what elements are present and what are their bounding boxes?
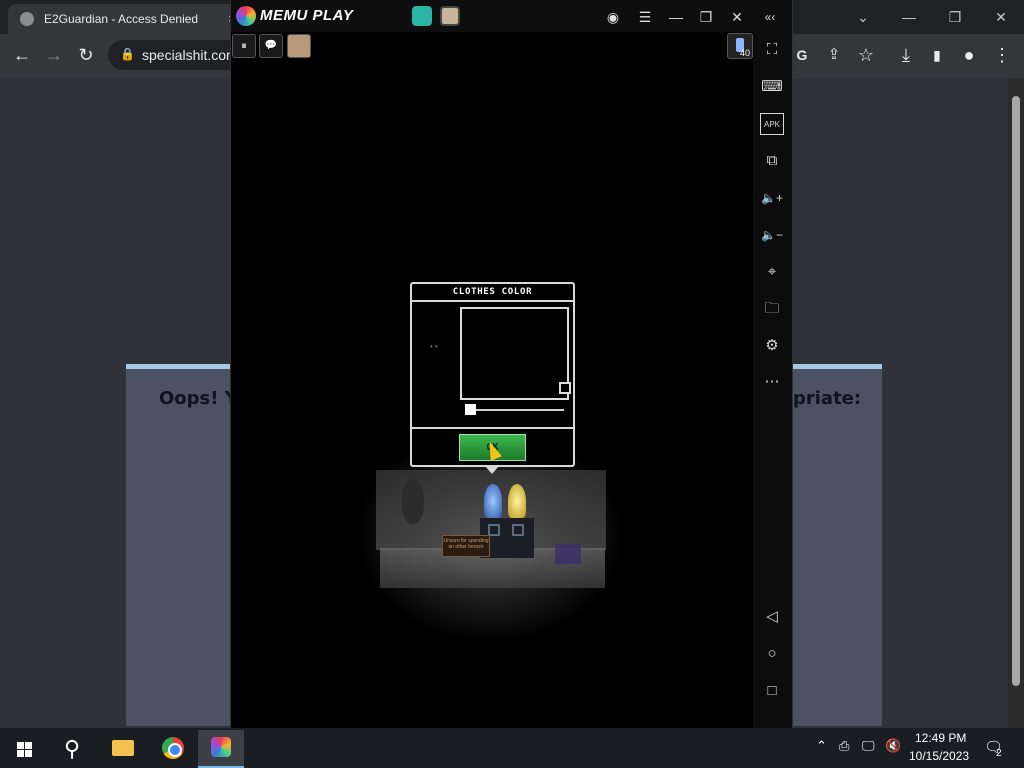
account-icon[interactable]: ◉ [603, 7, 623, 27]
color-picker-square[interactable] [460, 307, 569, 400]
android-back-icon[interactable]: ◁ [760, 606, 784, 628]
battery-indicator: 40 [727, 33, 753, 59]
browser-tab[interactable]: E2Guardian - Access Denied × [8, 4, 240, 34]
location-icon[interactable]: ⌖ [760, 261, 784, 283]
google-icon[interactable]: G [791, 44, 813, 66]
file-explorer-icon[interactable] [112, 740, 134, 756]
dialog-title: CLOTHES COLOR [412, 284, 573, 302]
folder-icon[interactable]: 🗀 [760, 298, 784, 320]
dialog-divider [412, 427, 573, 429]
tab-title: E2Guardian - Access Denied [44, 12, 199, 26]
window-minimize-button[interactable]: — [886, 6, 932, 28]
keyboard-icon[interactable]: ⌨ [760, 76, 784, 98]
player-avatar-button[interactable] [287, 34, 311, 58]
memu-restore-button[interactable]: ❐ [696, 7, 716, 27]
search-icon[interactable]: ⚲ [50, 733, 94, 765]
window-restore-button[interactable]: ❐ [932, 6, 978, 28]
back-arrow-icon[interactable]: ← [11, 44, 33, 66]
more-icon[interactable]: ⋯ [760, 371, 784, 393]
menu-icon[interactable]: ☰ [635, 7, 655, 27]
address-url: specialshit.com [142, 47, 238, 63]
memu-close-button[interactable]: ✕ [727, 7, 747, 27]
purple-box-prop [555, 544, 581, 564]
android-home-icon[interactable]: ○ [760, 643, 784, 665]
profile-avatar-icon[interactable]: ● [958, 44, 980, 66]
chrome-taskbar-icon[interactable] [162, 737, 184, 759]
access-denied-message-right: priate: [793, 388, 862, 409]
tab-favicon-icon [20, 12, 34, 26]
memu-logo-icon [236, 6, 256, 26]
yellow-trophy-icon [508, 484, 526, 518]
collapse-sidebar-icon[interactable]: «‹ [760, 7, 780, 27]
lock-icon: 🔒 [120, 47, 135, 61]
brightness-slider-track[interactable] [466, 409, 564, 411]
memu-minimize-button[interactable]: — [666, 7, 686, 27]
window-close-button[interactable]: ✕ [978, 6, 1024, 28]
apk-install-icon[interactable]: APK [760, 113, 784, 135]
color-picker-handle[interactable] [559, 382, 571, 394]
notification-count: 2 [996, 748, 1002, 759]
volume-up-icon[interactable]: 🔈+ [760, 187, 784, 209]
game-tab-icon[interactable] [440, 6, 460, 26]
chat-button[interactable]: 💬 [259, 34, 283, 58]
pause-button[interactable]: ⏸ [232, 34, 256, 58]
volume-muted-icon[interactable]: 🔇 [885, 738, 901, 754]
android-recents-icon[interactable]: □ [760, 680, 784, 702]
tray-overflow-chevron-icon[interactable]: ⌃ [816, 738, 827, 754]
download-icon[interactable]: ⤓ [895, 44, 917, 66]
tray-app-icon[interactable]: ⎙ [839, 738, 849, 754]
browser-menu-icon[interactable]: ⋮ [991, 44, 1013, 66]
reload-icon[interactable]: ↻ [75, 44, 97, 66]
volume-down-icon[interactable]: 🔈− [760, 224, 784, 246]
bookmark-star-icon[interactable]: ☆ [855, 44, 877, 66]
share-icon[interactable]: ⇪ [823, 44, 845, 66]
vase-prop [402, 480, 424, 524]
start-windows-icon[interactable] [2, 733, 46, 765]
network-icon[interactable]: 🖵 [862, 738, 875, 754]
clock-date[interactable]: 10/15/2023 [909, 749, 969, 763]
app-tab-icon[interactable] [412, 6, 432, 26]
forward-arrow-icon[interactable]: → [43, 44, 65, 66]
settings-gear-icon[interactable]: ⚙ [760, 335, 784, 357]
dialog-pointer-arrow [485, 466, 499, 474]
tab-search-chevron-icon[interactable]: ⌄ [840, 6, 886, 28]
memu-brand: MEMU PLAY [260, 7, 354, 24]
fullscreen-icon[interactable]: ⛶ [760, 39, 784, 61]
blue-trophy-icon [484, 484, 502, 518]
multi-instance-icon[interactable]: ⧉ [760, 150, 784, 172]
side-panel-icon[interactable]: ▮ [926, 44, 948, 66]
memu-taskbar-icon[interactable] [211, 737, 231, 757]
scrollbar-thumb[interactable] [1012, 96, 1020, 686]
brightness-slider-thumb[interactable] [465, 404, 476, 415]
clock-time[interactable]: 12:49 PM [915, 731, 966, 745]
character-preview: • • [430, 342, 438, 351]
battery-level: 40 [739, 48, 750, 58]
info-sign: Unsure for spending on other heroes [442, 535, 490, 557]
